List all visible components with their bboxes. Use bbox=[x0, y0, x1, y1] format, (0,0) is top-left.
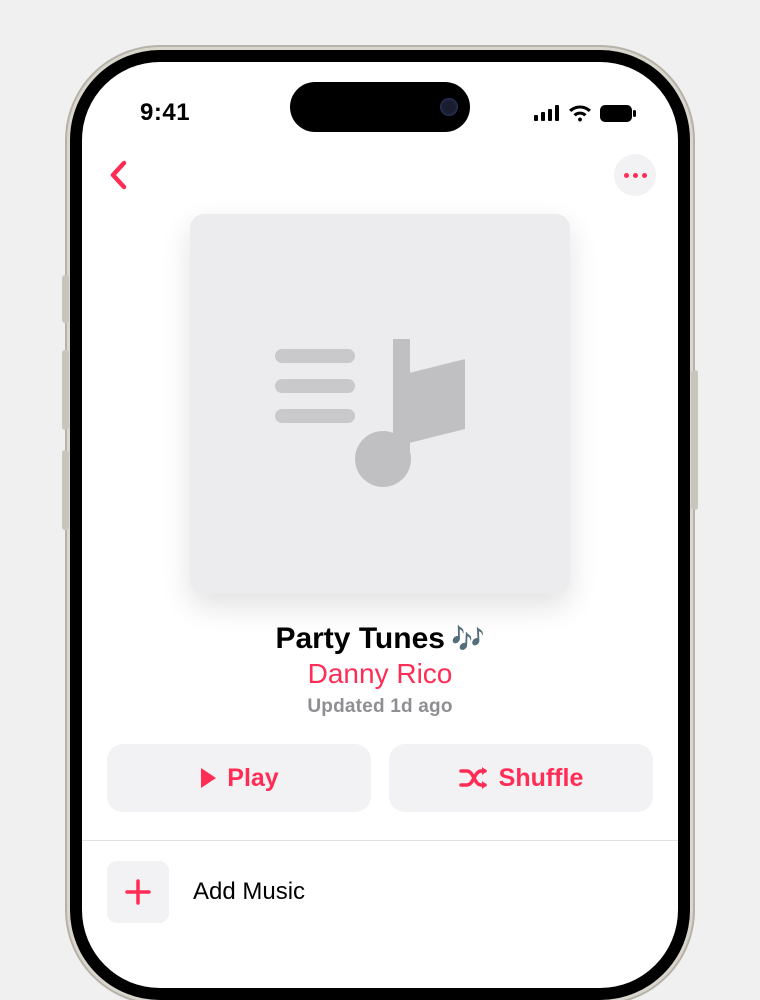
nav-bar bbox=[82, 136, 678, 204]
ellipsis-icon bbox=[624, 173, 629, 178]
ellipsis-icon bbox=[642, 173, 647, 178]
more-button[interactable] bbox=[614, 154, 656, 196]
play-icon bbox=[199, 767, 217, 789]
side-button bbox=[62, 450, 69, 530]
wifi-icon bbox=[568, 104, 592, 122]
playlist-updated: Updated 1d ago bbox=[107, 696, 653, 718]
playlist-placeholder-icon bbox=[275, 319, 485, 489]
play-button[interactable]: Play bbox=[107, 744, 371, 812]
back-button[interactable] bbox=[98, 155, 138, 195]
music-notes-icon: 🎶 bbox=[451, 623, 485, 655]
play-label: Play bbox=[227, 764, 278, 793]
screen: 9:41 bbox=[82, 62, 678, 988]
status-icons bbox=[534, 104, 636, 122]
playlist-artwork[interactable] bbox=[190, 214, 570, 594]
side-button bbox=[691, 370, 698, 510]
playlist-title-text: Party Tunes bbox=[275, 622, 445, 656]
cellular-icon bbox=[534, 105, 560, 121]
add-icon-box bbox=[107, 861, 169, 923]
playlist-title: Party Tunes 🎶 bbox=[275, 622, 484, 656]
playlist-author[interactable]: Danny Rico bbox=[107, 658, 653, 690]
status-time: 9:41 bbox=[140, 99, 190, 127]
side-button bbox=[62, 275, 69, 323]
ellipsis-icon bbox=[633, 173, 638, 178]
side-button bbox=[62, 350, 69, 430]
playlist-content: Party Tunes 🎶 Danny Rico Updated 1d ago … bbox=[82, 214, 678, 812]
chevron-left-icon bbox=[109, 160, 127, 190]
add-music-label: Add Music bbox=[193, 878, 305, 906]
add-music-button[interactable]: Add Music bbox=[82, 841, 678, 923]
dynamic-island bbox=[290, 82, 470, 132]
action-row: Play Shuffle bbox=[107, 744, 653, 812]
shuffle-label: Shuffle bbox=[499, 764, 584, 793]
camera-icon bbox=[440, 98, 458, 116]
shuffle-button[interactable]: Shuffle bbox=[389, 744, 653, 812]
battery-icon bbox=[600, 105, 636, 122]
plus-icon bbox=[123, 877, 153, 907]
shuffle-icon bbox=[459, 766, 489, 790]
phone-frame: 9:41 bbox=[70, 50, 690, 1000]
